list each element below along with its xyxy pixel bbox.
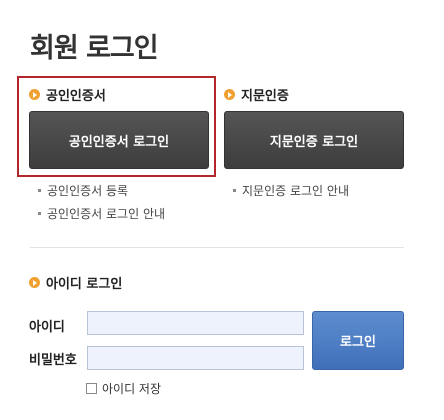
save-id-label: 아이디 저장 <box>102 382 162 396</box>
id-login-section-heading: 아이디 로그인 <box>29 273 122 292</box>
id-login-heading-text: 아이디 로그인 <box>46 277 123 292</box>
fingerprint-heading-text: 지문인증 <box>241 89 289 104</box>
fingerprint-guide-link-text: 지문인증 로그인 안내 <box>242 184 349 198</box>
id-input[interactable] <box>87 311 304 335</box>
cert-register-link-text: 공인인증서 등록 <box>47 184 129 198</box>
password-input[interactable] <box>87 346 304 370</box>
cert-section-heading: 공인인증서 <box>29 85 106 104</box>
section-divider <box>30 247 404 248</box>
cert-heading-text: 공인인증서 <box>46 89 106 104</box>
id-label: 아이디 <box>29 320 65 335</box>
save-id-toggle[interactable]: 아이디 저장 <box>86 380 161 397</box>
orange-bullet-icon <box>29 277 40 288</box>
cert-guide-link-text: 공인인증서 로그인 안내 <box>47 207 166 221</box>
orange-bullet-icon <box>224 89 235 100</box>
orange-bullet-icon <box>29 89 40 100</box>
fingerprint-section-heading: 지문인증 <box>224 85 289 104</box>
bullet-dot-icon <box>38 189 41 192</box>
cert-login-button-label: 공인인증서 로그인 <box>68 134 170 150</box>
fingerprint-login-button[interactable]: 지문인증 로그인 <box>224 111 404 169</box>
cert-guide-link[interactable]: 공인인증서 로그인 안내 <box>38 205 165 222</box>
login-button[interactable]: 로그인 <box>312 311 404 370</box>
cert-login-button[interactable]: 공인인증서 로그인 <box>29 111 209 169</box>
login-button-label: 로그인 <box>340 335 376 350</box>
fingerprint-login-button-label: 지문인증 로그인 <box>269 134 359 150</box>
page-title: 회원 로그인 <box>30 33 159 64</box>
bullet-dot-icon <box>233 189 236 192</box>
fingerprint-guide-link[interactable]: 지문인증 로그인 안내 <box>233 182 349 199</box>
checkbox-icon[interactable] <box>86 383 97 394</box>
cert-register-link[interactable]: 공인인증서 등록 <box>38 182 128 199</box>
password-label: 비밀번호 <box>29 353 77 368</box>
bullet-dot-icon <box>38 212 41 215</box>
